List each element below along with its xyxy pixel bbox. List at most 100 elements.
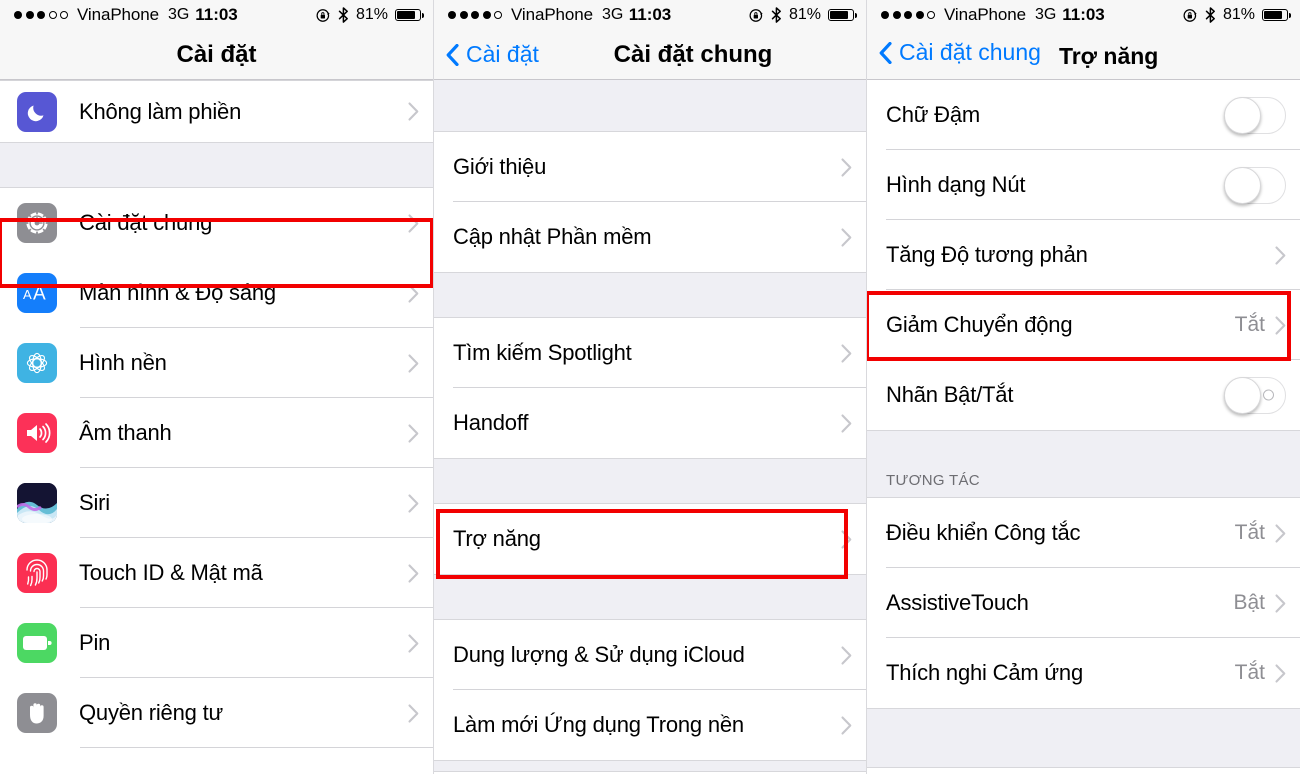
list-item-display-brightness[interactable]: A A Màn hình & Độ sáng bbox=[0, 258, 433, 328]
status-bar-right: 81% bbox=[749, 6, 858, 24]
list-item-label: Giảm Chuyển động bbox=[886, 312, 1073, 337]
battery-icon bbox=[17, 623, 57, 663]
list-item-battery[interactable]: Pin bbox=[0, 608, 433, 678]
touch-id-icon bbox=[17, 553, 57, 593]
nav-bar-panel2: Cài đặt Cài đặt chung bbox=[434, 30, 866, 80]
battery-percent: 81% bbox=[355, 6, 388, 23]
network-type: 3G bbox=[601, 6, 624, 23]
back-button-label: Cài đặt bbox=[466, 41, 539, 67]
gear-icon bbox=[17, 203, 57, 243]
back-button-settings[interactable]: Cài đặt bbox=[446, 41, 539, 68]
phone-screen-settings: VinaPhone 3G 11:03 81% Cài đặt Không làm… bbox=[0, 0, 433, 774]
back-button-general[interactable]: Cài đặt chung bbox=[879, 39, 1041, 66]
list-item-accessibility[interactable]: Trợ năng bbox=[434, 504, 866, 574]
section-header-interaction: TƯƠNG TÁC bbox=[867, 472, 1300, 498]
chevron-right-icon bbox=[841, 715, 852, 735]
bluetooth-icon bbox=[338, 7, 348, 23]
network-type: 3G bbox=[167, 6, 190, 23]
list-item-label: Hình nền bbox=[79, 350, 167, 375]
chevron-left-icon bbox=[879, 41, 892, 64]
signal-strength-dots bbox=[881, 11, 935, 19]
nav-bar-panel1: Cài đặt bbox=[0, 30, 433, 80]
chevron-right-icon bbox=[1275, 245, 1286, 265]
on-off-labels-toggle[interactable] bbox=[1224, 376, 1286, 414]
page-title: Trợ năng bbox=[1058, 42, 1159, 69]
list-item-label: Làm mới Ứng dụng Trong nền bbox=[453, 712, 744, 737]
rotation-lock-icon bbox=[749, 8, 763, 22]
carrier-name: VinaPhone bbox=[77, 5, 159, 24]
chevron-right-icon bbox=[408, 423, 419, 443]
list-item-touch-id[interactable]: Touch ID & Mật mã bbox=[0, 538, 433, 608]
chevron-right-icon bbox=[841, 645, 852, 665]
status-bar-panel1: VinaPhone 3G 11:03 81% bbox=[0, 0, 433, 30]
list-item-bold-text[interactable]: Chữ Đậm bbox=[867, 80, 1300, 150]
list-item-privacy[interactable]: Quyền riêng tư bbox=[0, 678, 433, 748]
carrier-name: VinaPhone bbox=[944, 5, 1026, 24]
list-item-reduce-motion[interactable]: Giảm Chuyển động Tắt bbox=[867, 290, 1300, 360]
list-item-on-off-labels[interactable]: Nhãn Bật/Tắt bbox=[867, 360, 1300, 430]
list-item-general[interactable]: Cài đặt chung bbox=[0, 188, 433, 258]
section-gap bbox=[867, 430, 1300, 472]
back-button-label: Cài đặt chung bbox=[899, 39, 1041, 66]
list-item-label: Thích nghi Cảm ứng bbox=[886, 660, 1083, 685]
button-shapes-toggle[interactable] bbox=[1224, 166, 1286, 204]
list-item-label: Âm thanh bbox=[79, 420, 172, 445]
list-item-background-app-refresh[interactable]: Làm mới Ứng dụng Trong nền bbox=[434, 690, 866, 760]
nav-inline-group: Cài đặt chung Trợ năng bbox=[879, 39, 1158, 70]
chevron-right-icon bbox=[1275, 523, 1286, 543]
chevron-right-icon bbox=[841, 529, 852, 549]
section-gap bbox=[434, 574, 866, 620]
list-item-sounds[interactable]: Âm thanh bbox=[0, 398, 433, 468]
list-item-about[interactable]: Giới thiệu bbox=[434, 132, 866, 202]
display-brightness-icon: A A bbox=[17, 273, 57, 313]
off-label-indicator-icon bbox=[1263, 389, 1274, 401]
status-bar-right: 81% bbox=[1183, 6, 1292, 24]
list-item-spotlight-search[interactable]: Tìm kiếm Spotlight bbox=[434, 318, 866, 388]
status-bar-left: VinaPhone 3G bbox=[14, 5, 189, 25]
section-gap bbox=[0, 142, 433, 188]
three-phone-screens: VinaPhone 3G 11:03 81% Cài đặt Không làm… bbox=[0, 0, 1300, 774]
list-item-assistive-touch[interactable]: AssistiveTouch Bật bbox=[867, 568, 1300, 638]
list-item-label: Tăng Độ tương phản bbox=[886, 242, 1088, 267]
chevron-right-icon bbox=[1275, 315, 1286, 335]
sound-icon bbox=[17, 413, 57, 453]
privacy-hand-icon bbox=[17, 693, 57, 733]
bold-text-toggle[interactable] bbox=[1224, 96, 1286, 134]
list-item-label: Chữ Đậm bbox=[886, 102, 981, 127]
list-item-value: Bật bbox=[1233, 591, 1265, 614]
list-item-handoff[interactable]: Handoff bbox=[434, 388, 866, 458]
status-bar-panel3: VinaPhone 3G 11:03 81% bbox=[867, 0, 1300, 30]
list-item-label: Màn hình & Độ sáng bbox=[79, 280, 276, 305]
list-item-label: Touch ID & Mật mã bbox=[79, 560, 263, 585]
status-bar-right: 81% bbox=[316, 6, 425, 24]
chevron-left-icon bbox=[446, 43, 459, 66]
list-item-siri[interactable]: Siri bbox=[0, 468, 433, 538]
section-gap bbox=[434, 760, 866, 772]
list-item-wallpaper[interactable]: Hình nền bbox=[0, 328, 433, 398]
list-item-do-not-disturb[interactable]: Không làm phiền bbox=[0, 80, 433, 142]
list-item-icloud-storage[interactable]: Dung lượng & Sử dụng iCloud bbox=[434, 620, 866, 690]
list-item-increase-contrast[interactable]: Tăng Độ tương phản bbox=[867, 220, 1300, 290]
nav-bar-panel3: Cài đặt chung Trợ năng bbox=[867, 30, 1300, 80]
status-bar-left: VinaPhone 3G bbox=[881, 5, 1056, 25]
list-item-software-update[interactable]: Cập nhật Phần mềm bbox=[434, 202, 866, 272]
chevron-right-icon bbox=[408, 102, 419, 121]
bluetooth-icon bbox=[771, 7, 781, 23]
battery-percent: 81% bbox=[1222, 6, 1255, 23]
list-item-label: Giới thiệu bbox=[453, 154, 547, 179]
list-item-label: Cập nhật Phần mềm bbox=[453, 224, 652, 249]
chevron-right-icon bbox=[841, 157, 852, 177]
chevron-right-icon bbox=[408, 353, 419, 373]
list-item-label: Tìm kiếm Spotlight bbox=[453, 340, 632, 365]
list-item-label: Hình dạng Nút bbox=[886, 172, 1026, 197]
section-gap bbox=[434, 272, 866, 318]
svg-text:A: A bbox=[23, 287, 32, 302]
battery-icon bbox=[395, 9, 425, 21]
list-item-value: Tắt bbox=[1234, 313, 1265, 336]
chevron-right-icon bbox=[408, 493, 419, 513]
list-item-switch-control[interactable]: Điều khiển Công tắc Tắt bbox=[867, 498, 1300, 568]
network-type: 3G bbox=[1034, 6, 1057, 23]
list-item-button-shapes[interactable]: Hình dạng Nút bbox=[867, 150, 1300, 220]
list-item-touch-accommodations[interactable]: Thích nghi Cảm ứng Tắt bbox=[867, 638, 1300, 708]
wallpaper-icon bbox=[17, 343, 57, 383]
